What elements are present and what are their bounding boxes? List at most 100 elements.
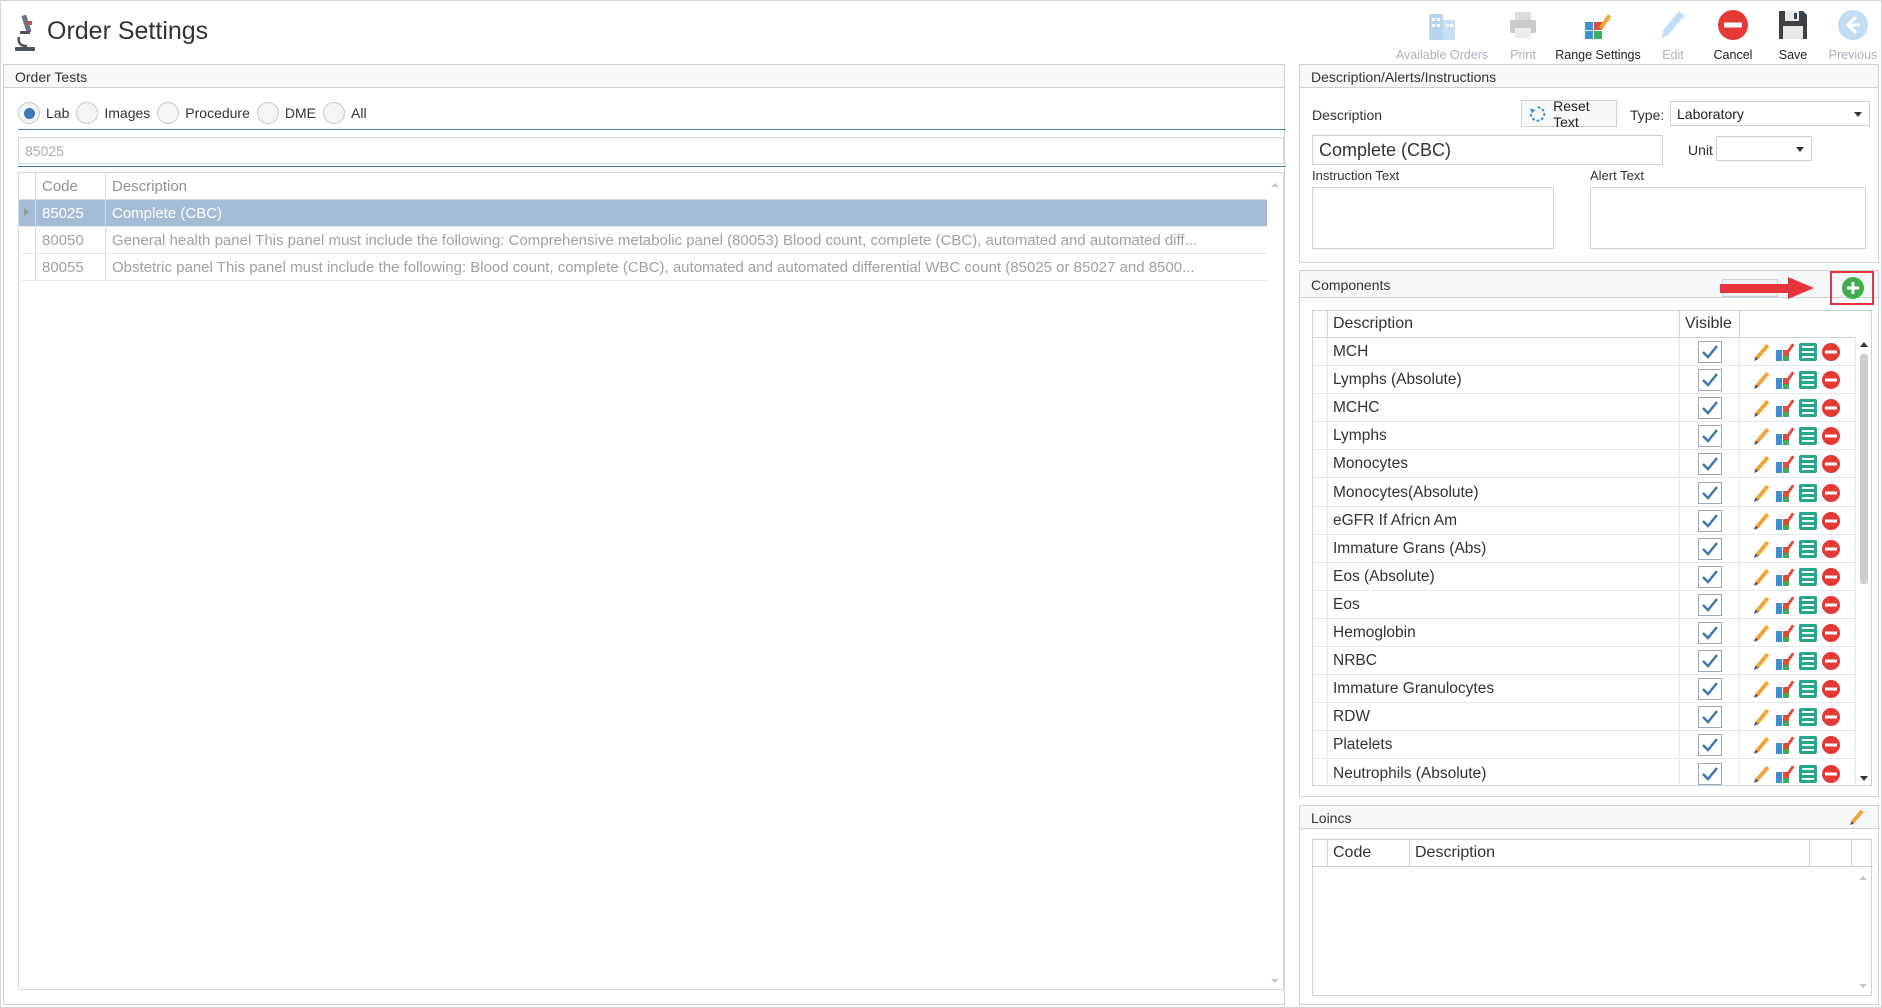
table-row[interactable]: 85025 Complete (CBC) xyxy=(19,200,1267,227)
pencil-icon[interactable] xyxy=(1752,483,1772,503)
pencil-icon[interactable] xyxy=(1752,595,1772,615)
pencil-icon[interactable] xyxy=(1752,398,1772,418)
radio-dme-label[interactable]: DME xyxy=(285,105,316,121)
visible-checkbox[interactable] xyxy=(1698,481,1722,504)
column-header-description[interactable]: Description xyxy=(1327,311,1679,338)
scrollbar-thumb[interactable] xyxy=(1860,354,1868,584)
visible-checkbox[interactable] xyxy=(1698,650,1722,673)
range-settings-icon[interactable] xyxy=(1775,735,1795,755)
table-row[interactable]: Lymphs (Absolute) xyxy=(1313,366,1855,395)
range-settings-icon[interactable] xyxy=(1775,707,1795,727)
remove-icon[interactable] xyxy=(1821,595,1841,615)
row-expander-icon[interactable] xyxy=(24,208,29,216)
save-button[interactable]: Save xyxy=(1763,5,1823,63)
range-settings-icon[interactable] xyxy=(1775,679,1795,699)
remove-icon[interactable] xyxy=(1821,567,1841,587)
scroll-down-icon[interactable] xyxy=(1859,984,1867,988)
checklist-icon[interactable] xyxy=(1798,623,1818,643)
radio-lab-label[interactable]: Lab xyxy=(46,105,69,121)
description-input[interactable]: Complete (CBC) xyxy=(1312,135,1663,165)
visible-checkbox[interactable] xyxy=(1698,678,1722,701)
pencil-icon[interactable] xyxy=(1752,539,1772,559)
radio-lab[interactable] xyxy=(18,102,40,124)
visible-checkbox[interactable] xyxy=(1698,762,1722,785)
visible-checkbox[interactable] xyxy=(1698,565,1722,588)
range-settings-icon[interactable] xyxy=(1775,370,1795,390)
remove-icon[interactable] xyxy=(1821,735,1841,755)
range-settings-icon[interactable] xyxy=(1775,454,1795,474)
remove-icon[interactable] xyxy=(1821,426,1841,446)
visible-checkbox[interactable] xyxy=(1698,509,1722,532)
remove-icon[interactable] xyxy=(1821,370,1841,390)
remove-icon[interactable] xyxy=(1821,483,1841,503)
reset-text-button[interactable]: Reset Text xyxy=(1521,98,1617,130)
remove-icon[interactable] xyxy=(1821,679,1841,699)
column-header-code[interactable]: Code xyxy=(35,173,105,200)
table-row[interactable]: MCH xyxy=(1313,338,1855,366)
visible-checkbox[interactable] xyxy=(1698,453,1722,476)
table-row[interactable]: RDW xyxy=(1313,703,1855,732)
cancel-button[interactable]: Cancel xyxy=(1703,5,1763,63)
table-row[interactable]: 80055 Obstetric panel This panel must in… xyxy=(19,254,1267,281)
remove-icon[interactable] xyxy=(1821,511,1841,531)
range-settings-icon[interactable] xyxy=(1775,539,1795,559)
column-header-visible[interactable]: Visible xyxy=(1679,311,1739,338)
remove-icon[interactable] xyxy=(1821,651,1841,671)
pencil-icon[interactable] xyxy=(1752,342,1772,362)
range-settings-icon[interactable] xyxy=(1775,623,1795,643)
add-component-button[interactable] xyxy=(1841,276,1865,300)
checklist-icon[interactable] xyxy=(1798,679,1818,699)
table-row[interactable]: Monocytes(Absolute) xyxy=(1313,478,1855,507)
remove-icon[interactable] xyxy=(1821,707,1841,727)
pencil-icon[interactable] xyxy=(1752,567,1772,587)
visible-checkbox[interactable] xyxy=(1698,397,1722,420)
checklist-icon[interactable] xyxy=(1798,398,1818,418)
vertical-scrollbar[interactable] xyxy=(1267,173,1283,989)
radio-images-label[interactable]: Images xyxy=(104,105,150,121)
range-settings-icon[interactable] xyxy=(1775,511,1795,531)
radio-procedure[interactable] xyxy=(157,102,180,124)
unit-select[interactable] xyxy=(1716,136,1812,161)
checklist-icon[interactable] xyxy=(1798,764,1818,784)
column-header-description[interactable]: Description xyxy=(1409,840,1809,867)
scroll-up-icon[interactable] xyxy=(1860,342,1868,347)
pencil-icon[interactable] xyxy=(1752,651,1772,671)
table-row[interactable]: 80050 General health panel This panel mu… xyxy=(19,227,1267,254)
remove-icon[interactable] xyxy=(1821,539,1841,559)
remove-icon[interactable] xyxy=(1821,454,1841,474)
type-select[interactable]: Laboratory xyxy=(1670,101,1870,126)
pencil-icon[interactable] xyxy=(1752,454,1772,474)
visible-checkbox[interactable] xyxy=(1698,369,1722,392)
visible-checkbox[interactable] xyxy=(1698,706,1722,729)
range-settings-icon[interactable] xyxy=(1775,398,1795,418)
visible-checkbox[interactable] xyxy=(1698,734,1722,757)
scroll-up-icon[interactable] xyxy=(1271,183,1279,187)
table-row[interactable]: MCHC xyxy=(1313,394,1855,423)
table-row[interactable]: Eos (Absolute) xyxy=(1313,562,1855,591)
pencil-icon[interactable] xyxy=(1752,623,1772,643)
instruction-text-area[interactable] xyxy=(1312,187,1554,249)
available-orders-button[interactable]: Available Orders xyxy=(1391,5,1493,63)
pencil-icon[interactable] xyxy=(1752,426,1772,446)
visible-checkbox[interactable] xyxy=(1698,341,1722,363)
radio-procedure-label[interactable]: Procedure xyxy=(185,105,250,121)
checklist-icon[interactable] xyxy=(1798,539,1818,559)
pencil-icon[interactable] xyxy=(1752,370,1772,390)
remove-icon[interactable] xyxy=(1821,398,1841,418)
table-row[interactable]: Monocytes xyxy=(1313,450,1855,479)
radio-dme[interactable] xyxy=(256,102,279,124)
order-search-input[interactable] xyxy=(18,137,1284,164)
vertical-scrollbar[interactable] xyxy=(1855,338,1871,785)
visible-checkbox[interactable] xyxy=(1698,537,1722,560)
checklist-icon[interactable] xyxy=(1798,651,1818,671)
table-row[interactable]: Immature Grans (Abs) xyxy=(1313,534,1855,563)
pencil-icon[interactable] xyxy=(1752,707,1772,727)
checklist-icon[interactable] xyxy=(1798,595,1818,615)
alert-text-area[interactable] xyxy=(1590,187,1866,249)
range-settings-icon[interactable] xyxy=(1775,426,1795,446)
table-row[interactable]: Eos xyxy=(1313,590,1855,619)
table-row[interactable]: Hemoglobin xyxy=(1313,619,1855,647)
previous-button[interactable]: Previous xyxy=(1823,5,1882,63)
checklist-icon[interactable] xyxy=(1798,707,1818,727)
checklist-icon[interactable] xyxy=(1798,454,1818,474)
